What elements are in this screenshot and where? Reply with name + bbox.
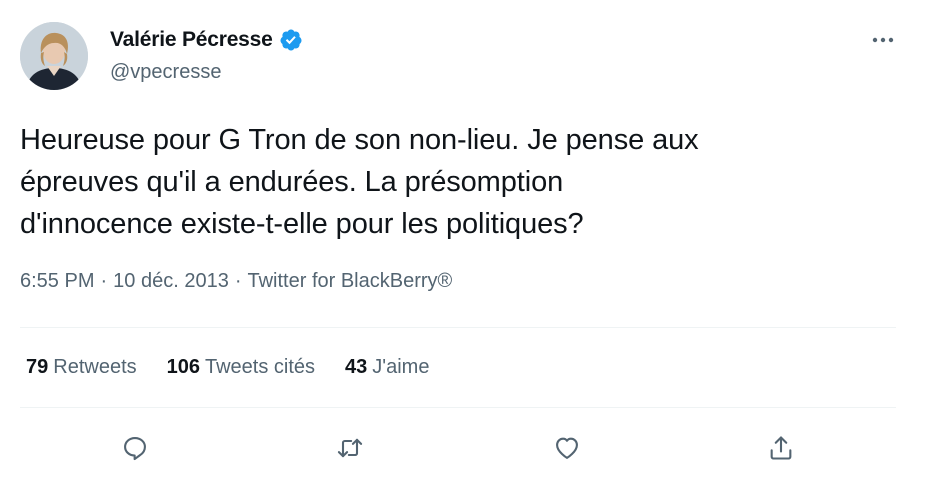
meta-separator: · <box>100 270 108 292</box>
avatar-image <box>20 22 88 90</box>
reply-icon <box>124 437 146 461</box>
retweets-stat[interactable]: 79 Retweets <box>26 356 137 379</box>
quotes-count: 106 <box>166 356 200 378</box>
more-options-button[interactable] <box>866 26 900 54</box>
avatar[interactable] <box>20 22 88 90</box>
tweet-actions <box>0 428 928 468</box>
quotes-label: Tweets cités <box>205 356 316 378</box>
share-icon <box>770 436 792 460</box>
author-handle[interactable]: @vpecresse <box>110 61 221 84</box>
verified-badge-icon <box>279 28 303 52</box>
author-name[interactable]: Valérie Pécresse <box>110 28 273 52</box>
author-name-row: Valérie Pécresse <box>110 28 303 52</box>
more-horizontal-icon <box>872 37 894 43</box>
reply-button[interactable] <box>115 428 155 468</box>
likes-count: 43 <box>345 356 368 378</box>
retweets-label: Retweets <box>53 356 137 378</box>
divider <box>20 407 896 408</box>
tweet-time[interactable]: 6:55 PM <box>20 270 94 293</box>
like-button[interactable] <box>547 428 587 468</box>
share-button[interactable] <box>761 428 801 468</box>
tweet-card: Valérie Pécresse @vpecresse Heureuse pou… <box>0 0 928 487</box>
retweet-icon <box>337 438 363 458</box>
meta-separator: · <box>234 270 242 292</box>
retweet-button[interactable] <box>330 428 370 468</box>
tweet-text: Heureuse pour G Tron de son non-lieu. Je… <box>20 124 699 240</box>
tweet-date[interactable]: 10 déc. 2013 <box>113 270 229 293</box>
divider <box>20 327 896 328</box>
quotes-stat[interactable]: 106 Tweets cités <box>167 356 315 379</box>
heart-icon <box>556 437 578 459</box>
tweet-stats: 79 Retweets 106 Tweets cités 43 J'aime <box>26 356 429 379</box>
likes-stat[interactable]: 43 J'aime <box>345 356 429 379</box>
likes-label: J'aime <box>372 356 430 378</box>
retweets-count: 79 <box>26 356 49 378</box>
tweet-source[interactable]: Twitter for BlackBerry® <box>247 270 452 293</box>
tweet-meta: 6:55 PM · 10 déc. 2013 · Twitter for Bla… <box>20 270 452 293</box>
